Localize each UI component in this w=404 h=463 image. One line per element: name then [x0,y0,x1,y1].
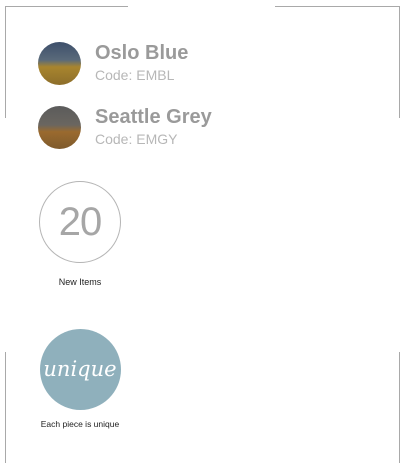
swatch-row-seattle-grey[interactable]: Seattle Grey Code: EMGY [38,106,338,150]
frame-right-line [399,6,400,118]
unique-script-graphic: unique [43,357,116,381]
swatch-code: Code: EMBL [95,67,175,83]
unique-script-text: unique [43,357,116,381]
frame-bottom-right-line [399,352,400,463]
unique-caption: Each piece is unique [40,419,120,429]
swatch-name: Oslo Blue [95,42,189,64]
swatch-row-oslo-blue[interactable]: Oslo Blue Code: EMBL [38,42,338,86]
frame-top-left-line [5,6,128,7]
swatch-code: Code: EMGY [95,131,178,147]
color-swatch [38,42,81,85]
frame-top-right-line [275,6,400,7]
new-items-counter: 20 [39,181,121,263]
counter-label: New Items [58,277,102,287]
counter-value: 20 [58,199,102,244]
frame-left-line [5,6,6,118]
frame-bottom-left-line [5,352,6,463]
unique-badge: unique [40,329,121,410]
swatch-name: Seattle Grey [95,106,212,128]
color-swatch [38,106,81,149]
